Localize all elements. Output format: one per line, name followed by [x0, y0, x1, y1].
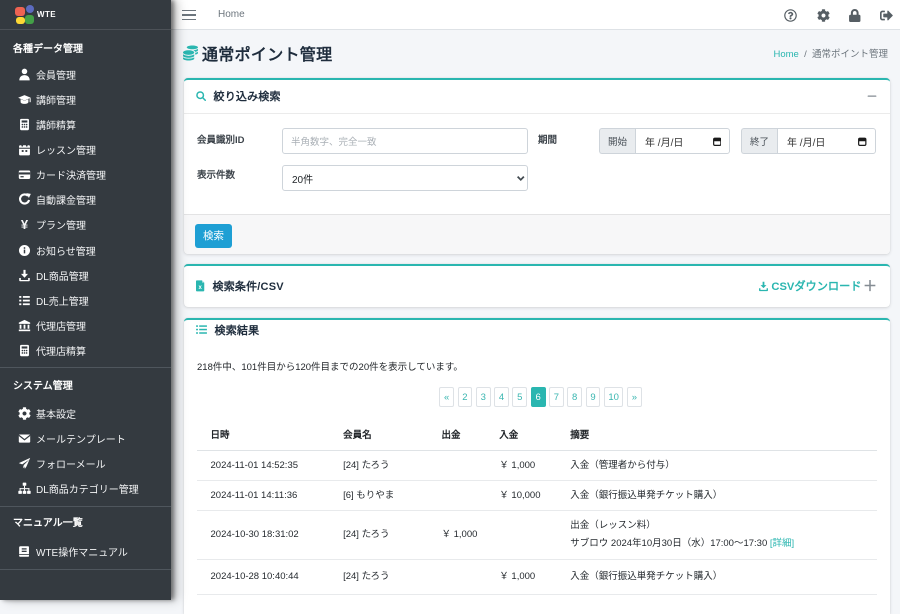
svg-text:x: x — [198, 285, 202, 291]
